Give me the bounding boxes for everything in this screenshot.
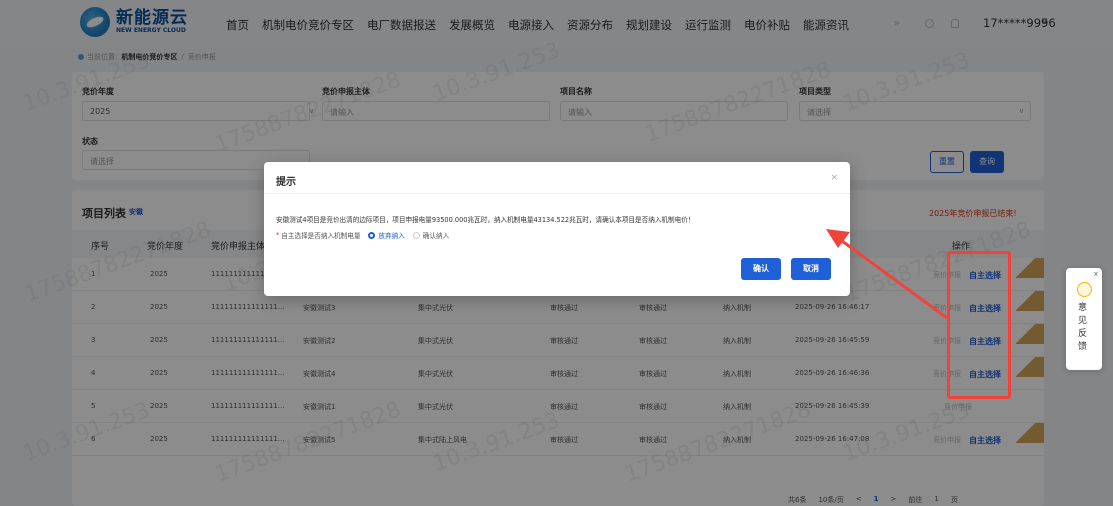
message-icon xyxy=(1077,282,1092,297)
feedback-label: 意见反馈 xyxy=(1078,303,1088,352)
close-icon[interactable]: x xyxy=(1094,270,1098,278)
feedback-widget[interactable]: x 意见反馈 xyxy=(1066,268,1102,370)
annotation-arrow xyxy=(826,229,948,320)
